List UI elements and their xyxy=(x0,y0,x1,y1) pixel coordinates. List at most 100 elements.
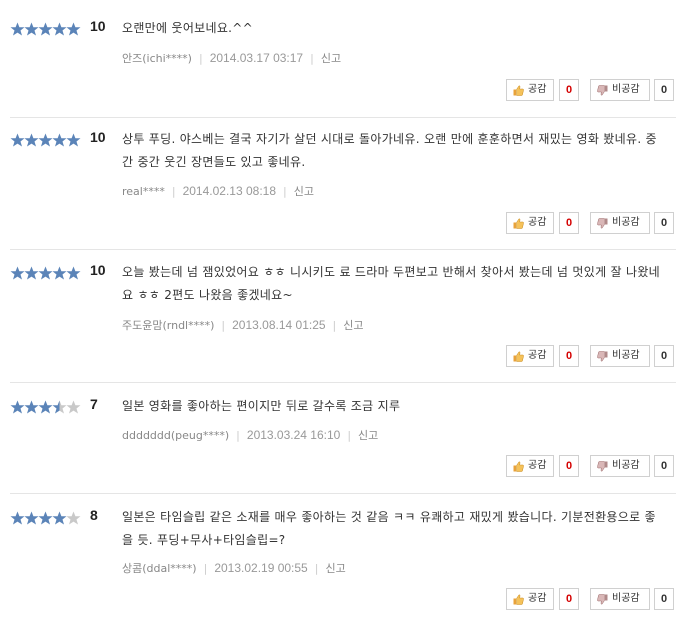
review-score: 10 xyxy=(90,129,106,145)
review-actions: 공감 0 비공감 0 xyxy=(506,212,676,234)
review-text: 오늘 봤는데 넘 잼있었어요 ㅎㅎ 니시키도 료 드라마 두편보고 반해서 찾아… xyxy=(122,265,660,302)
dislike-button[interactable]: 비공감 xyxy=(590,455,650,477)
review-author[interactable]: real**** xyxy=(122,185,165,198)
like-button[interactable]: 공감 xyxy=(506,345,554,367)
thumbs-down-icon xyxy=(597,350,608,370)
thumbs-down-icon xyxy=(597,84,608,104)
review-item: 10 상투 푸딩. 야스베는 결국 자기가 살던 시대로 돌아가네유. 오랜 만에… xyxy=(10,128,676,250)
review-actions: 공감 0 비공감 0 xyxy=(506,79,676,101)
dislike-label: 비공감 xyxy=(612,350,640,361)
dislike-label: 비공감 xyxy=(612,460,640,471)
like-label: 공감 xyxy=(528,84,547,95)
like-label: 공감 xyxy=(528,350,547,361)
review-score: 10 xyxy=(90,262,106,278)
review-item: 10 오늘 봤는데 넘 잼있었어요 ㅎㅎ 니시키도 료 드라마 두편보고 반해서 … xyxy=(10,261,676,383)
review-date: 2014.03.17 03:17 xyxy=(209,51,304,65)
star-icon xyxy=(10,511,25,525)
dislike-count: 0 xyxy=(654,345,674,367)
divider: | xyxy=(332,319,337,332)
report-link[interactable]: 신고 xyxy=(358,429,378,442)
like-button[interactable]: 공감 xyxy=(506,79,554,101)
dislike-button[interactable]: 비공감 xyxy=(590,588,650,610)
star-icon xyxy=(10,400,25,414)
thumbs-down-icon xyxy=(597,217,608,237)
review-meta: ddddddd(peug****) | 2013.03.24 16:10 | 신고 xyxy=(122,427,378,443)
star-icon xyxy=(52,511,67,525)
review-text: 상투 푸딩. 야스베는 결국 자기가 살던 시대로 돌아가네유. 오랜 만에 훈… xyxy=(122,132,657,169)
review-author[interactable]: 안즈(ichi****) xyxy=(122,52,192,65)
star-icon xyxy=(38,266,53,280)
review-score: 8 xyxy=(90,507,98,523)
review-score: 10 xyxy=(90,18,106,34)
review-item: 10 오랜만에 웃어보네요.^^ 안즈(ichi****) | 2014.03.17 0… xyxy=(10,17,676,118)
review-actions: 공감 0 비공감 0 xyxy=(506,588,676,610)
star-icon xyxy=(66,400,81,414)
star-icon xyxy=(24,22,39,36)
like-count: 0 xyxy=(559,79,579,101)
like-count: 0 xyxy=(559,212,579,234)
review-score: 7 xyxy=(90,396,98,412)
like-button[interactable]: 공감 xyxy=(506,588,554,610)
thumbs-down-icon xyxy=(597,460,608,480)
review-meta: real**** | 2014.02.13 08:18 | 신고 xyxy=(122,183,314,199)
thumbs-up-icon xyxy=(513,217,524,237)
like-button[interactable]: 공감 xyxy=(506,212,554,234)
review-author[interactable]: 상콤(ddal****) xyxy=(122,562,197,575)
review-item: 8 일본은 타임슬립 같은 소재를 매우 좋아하는 것 같음 ㅋㅋ 유쾌하고 재밌… xyxy=(10,506,676,623)
report-link[interactable]: 신고 xyxy=(343,319,363,332)
dislike-count: 0 xyxy=(654,455,674,477)
review-meta: 주도윤맘(rndl****) | 2013.08.14 01:25 | 신고 xyxy=(122,317,364,333)
review-date: 2014.02.13 08:18 xyxy=(182,184,276,198)
review-date: 2013.03.24 16:10 xyxy=(246,428,341,442)
star-icon xyxy=(52,22,67,36)
divider: | xyxy=(310,52,314,65)
star-icon xyxy=(52,400,67,414)
dislike-count: 0 xyxy=(654,79,674,101)
divider: | xyxy=(198,52,203,65)
star-icon xyxy=(10,133,25,147)
dislike-button[interactable]: 비공감 xyxy=(590,212,650,234)
review-text: 오랜만에 웃어보네요.^^ xyxy=(122,21,253,35)
dislike-count: 0 xyxy=(654,212,674,234)
star-icon xyxy=(38,133,53,147)
like-label: 공감 xyxy=(528,217,547,228)
star-icon xyxy=(10,22,25,36)
star-icon xyxy=(52,266,67,280)
like-label: 공감 xyxy=(528,593,547,604)
divider: | xyxy=(221,319,226,332)
star-icon xyxy=(24,133,39,147)
review-actions: 공감 0 비공감 0 xyxy=(506,455,676,477)
review-date: 2013.02.19 00:55 xyxy=(214,561,308,575)
like-label: 공감 xyxy=(528,460,547,471)
star-icon xyxy=(66,133,81,147)
divider: | xyxy=(236,429,240,442)
report-link[interactable]: 신고 xyxy=(321,52,341,65)
dislike-label: 비공감 xyxy=(612,84,640,95)
star-icon xyxy=(24,400,39,414)
star-icon xyxy=(24,511,39,525)
star-icon xyxy=(66,266,81,280)
dislike-label: 비공감 xyxy=(612,593,640,604)
divider: | xyxy=(283,185,287,198)
like-count: 0 xyxy=(559,455,579,477)
thumbs-up-icon xyxy=(513,350,524,370)
review-author[interactable]: 주도윤맘(rndl****) xyxy=(122,319,214,332)
dislike-label: 비공감 xyxy=(612,217,640,228)
review-actions: 공감 0 비공감 0 xyxy=(506,345,676,367)
dislike-button[interactable]: 비공감 xyxy=(590,79,650,101)
review-author[interactable]: ddddddd(peug****) xyxy=(122,429,229,442)
star-icon xyxy=(38,511,53,525)
dislike-button[interactable]: 비공감 xyxy=(590,345,650,367)
report-link[interactable]: 신고 xyxy=(294,185,314,198)
star-icon xyxy=(38,22,53,36)
star-icon xyxy=(24,266,39,280)
report-link[interactable]: 신고 xyxy=(325,562,345,575)
review-text: 일본은 타임슬립 같은 소재를 매우 좋아하는 것 같음 ㅋㅋ 유쾌하고 재밌게… xyxy=(122,510,656,547)
like-button[interactable]: 공감 xyxy=(506,455,554,477)
divider: | xyxy=(203,562,208,575)
like-count: 0 xyxy=(559,588,579,610)
divider: | xyxy=(347,429,352,442)
thumbs-down-icon xyxy=(597,593,608,613)
dislike-count: 0 xyxy=(654,588,674,610)
divider: | xyxy=(314,562,319,575)
